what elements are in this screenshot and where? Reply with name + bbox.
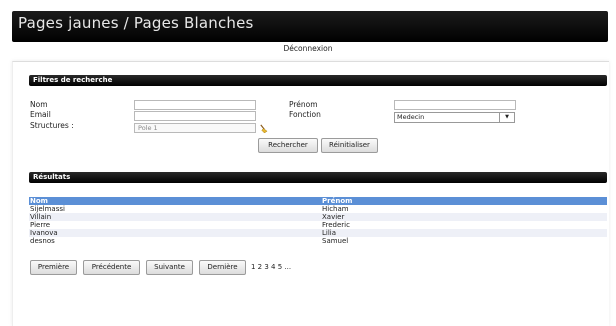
cell-nom: Pierre — [30, 221, 51, 229]
logout-link[interactable]: Déconnexion — [0, 44, 616, 53]
email-input[interactable] — [134, 111, 256, 121]
page-numbers[interactable]: 1 2 3 4 5 ... — [251, 262, 291, 272]
results-table: Nom Prénom Sijelmassi Hicham Villain Xav… — [29, 197, 607, 245]
cell-prenom: Hicham — [322, 205, 349, 213]
fonction-select-value: Medecin — [397, 113, 425, 121]
last-page-button[interactable]: Dernière — [199, 260, 246, 275]
results-section-header: Résultats — [29, 172, 607, 183]
cell-nom: Ivanova — [30, 229, 58, 237]
table-row[interactable]: Sijelmassi Hicham — [29, 205, 607, 213]
filters-section-header: Filtres de recherche — [29, 75, 607, 86]
cell-nom: desnos — [30, 237, 55, 245]
app-title: Pages jaunes / Pages Blanches — [18, 14, 254, 32]
column-header-nom[interactable]: Nom — [30, 197, 48, 205]
structures-input[interactable]: Pole 1 — [134, 123, 256, 133]
prenom-input[interactable] — [394, 100, 516, 110]
first-page-button[interactable]: Première — [30, 260, 77, 275]
cell-prenom: Frederic — [322, 221, 350, 229]
cell-prenom: Xavier — [322, 213, 345, 221]
app-header: Pages jaunes / Pages Blanches — [12, 11, 608, 42]
broom-icon[interactable] — [259, 124, 268, 133]
table-row[interactable]: desnos Samuel — [29, 237, 607, 245]
table-header-row: Nom Prénom — [29, 197, 607, 205]
nom-label: Nom — [30, 100, 48, 109]
reset-button[interactable]: Réinitialiser — [321, 138, 378, 153]
table-row[interactable]: Ivanova Lilia — [29, 229, 607, 237]
cell-nom: Sijelmassi — [30, 205, 65, 213]
nom-input[interactable] — [134, 100, 256, 110]
structures-label: Structures : — [30, 121, 74, 130]
email-label: Email — [30, 110, 51, 119]
search-button[interactable]: Rechercher — [258, 138, 318, 153]
table-row[interactable]: Pierre Frederic — [29, 221, 607, 229]
previous-page-button[interactable]: Précédente — [83, 260, 140, 275]
cell-prenom: Lilia — [322, 229, 337, 237]
prenom-label: Prénom — [289, 100, 318, 109]
table-row[interactable]: Villain Xavier — [29, 213, 607, 221]
fonction-select[interactable]: Medecin ▼ — [394, 112, 515, 123]
next-page-button[interactable]: Suivante — [146, 260, 193, 275]
chevron-down-icon[interactable]: ▼ — [499, 113, 514, 122]
fonction-label: Fonction — [289, 110, 321, 119]
cell-nom: Villain — [30, 213, 52, 221]
column-header-prenom[interactable]: Prénom — [322, 197, 352, 205]
cell-prenom: Samuel — [322, 237, 349, 245]
